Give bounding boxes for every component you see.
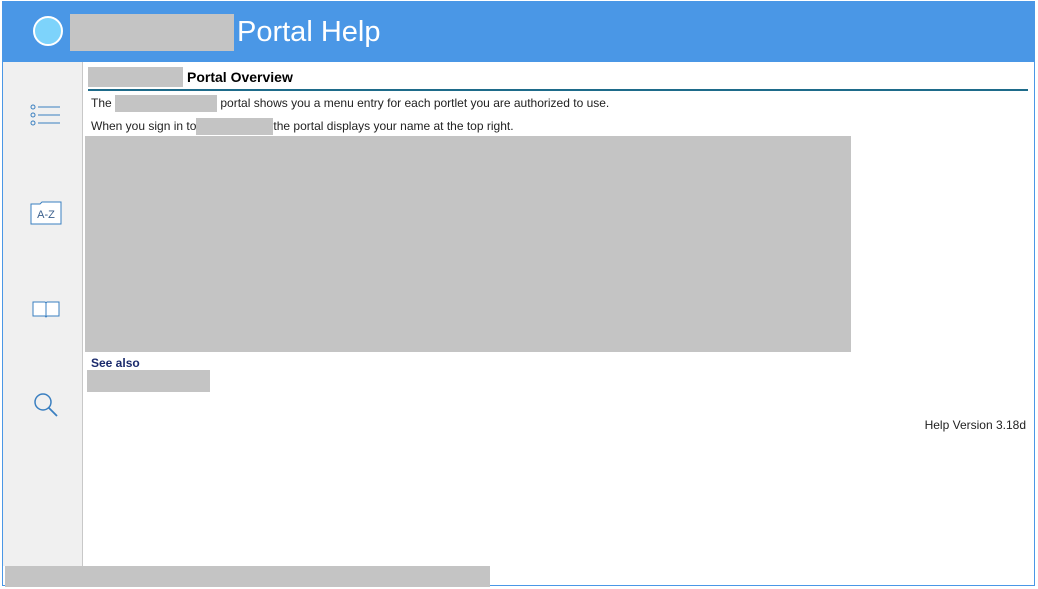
paragraph-menu-entries: The portal shows you a menu entry for ea… <box>91 95 610 113</box>
redacted-screenshot-image <box>85 136 851 352</box>
index-az-label: A-Z <box>37 209 55 221</box>
sidebar: A-Z <box>3 62 83 566</box>
open-book-icon <box>32 301 60 318</box>
search-icon <box>34 393 58 417</box>
page-header-title: Portal Help <box>237 16 381 48</box>
help-window: Portal Help A-Z Portal Overview The port… <box>2 1 1035 587</box>
paragraph-sign-in: When you sign in to the portal displays y… <box>91 118 514 136</box>
sidebar-item-index[interactable]: A-Z <box>27 196 65 230</box>
toc-list-icon <box>30 104 60 126</box>
sidebar-item-contents[interactable] <box>27 98 65 132</box>
page-title: Portal Overview <box>187 69 293 85</box>
para2-text-start: When you sign in to <box>91 119 197 133</box>
page-title-row: Portal Overview <box>88 67 1028 91</box>
redacted-brand-name <box>70 14 234 51</box>
redacted-status-bar <box>5 566 490 587</box>
header-bar: Portal Help <box>3 2 1034 62</box>
help-version: Help Version 3.18d <box>924 418 1026 432</box>
logo-icon <box>33 16 63 46</box>
redacted-title-prefix <box>88 67 183 87</box>
para2-text-end: the portal displays your name at the top… <box>273 119 514 133</box>
redacted-portal-name <box>115 95 218 113</box>
para1-text-end: portal shows you a menu entry for each p… <box>220 96 610 110</box>
help-content: Portal Overview The portal shows you a m… <box>83 62 1034 565</box>
see-also-link[interactable] <box>87 370 210 392</box>
index-az-icon: A-Z <box>30 201 62 225</box>
see-also-heading: See also <box>91 356 140 370</box>
sidebar-item-search[interactable] <box>27 388 65 422</box>
para1-text-start: The <box>91 96 112 110</box>
sidebar-item-glossary[interactable] <box>27 292 65 326</box>
redacted-portal-name-2 <box>196 118 274 136</box>
